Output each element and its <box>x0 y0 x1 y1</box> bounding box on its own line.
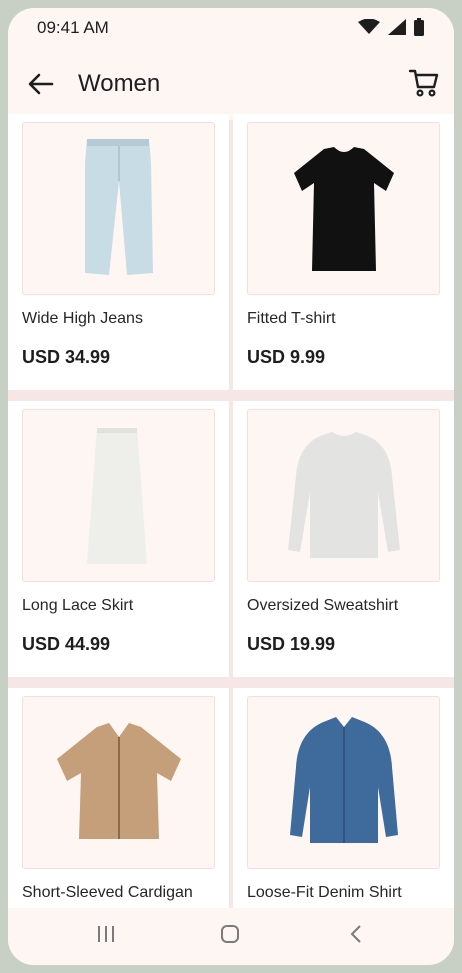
product-card[interactable]: Oversized Sweatshirt USD 19.99 <box>233 401 454 677</box>
product-image <box>247 696 440 869</box>
product-card[interactable]: Wide High Jeans USD 34.99 <box>8 114 229 390</box>
status-icons <box>358 18 424 36</box>
product-price: USD 19.99 <box>247 634 336 654</box>
battery-icon <box>414 18 424 36</box>
product-name: Oversized Sweatshirt <box>247 597 399 614</box>
product-name: Loose-Fit Denim Shirt <box>247 884 402 901</box>
product-price: USD 44.99 <box>22 634 111 654</box>
shopping-cart-icon[interactable] <box>408 66 440 98</box>
product-image <box>22 122 215 295</box>
product-card[interactable]: Long Lace Skirt USD 44.99 <box>8 401 229 677</box>
product-card[interactable]: Fitted T-shirt USD 9.99 <box>233 114 454 390</box>
signal-icon <box>388 19 406 35</box>
product-price: USD 34.99 <box>22 347 111 367</box>
product-name: Long Lace Skirt <box>22 597 134 614</box>
page-title: Women <box>78 70 161 97</box>
home-icon[interactable] <box>220 924 240 944</box>
product-name: Wide High Jeans <box>22 310 143 327</box>
recents-icon[interactable] <box>96 924 116 944</box>
product-image <box>22 696 215 869</box>
product-name: Fitted T-shirt <box>247 310 336 327</box>
product-name: Short-Sleeved Cardigan <box>22 884 193 901</box>
system-navigation-bar <box>8 908 454 965</box>
back-nav-icon[interactable] <box>346 924 366 944</box>
app-bar: Women <box>8 48 454 120</box>
arrow-left-icon[interactable] <box>26 70 56 98</box>
product-image <box>247 409 440 582</box>
product-image <box>247 122 440 295</box>
wifi-icon <box>358 19 380 34</box>
status-time: 09:41 AM <box>37 18 109 37</box>
product-image <box>22 409 215 582</box>
product-price: USD 9.99 <box>247 347 326 367</box>
phone-screen: 09:41 AM Women Wide High Jeans USD 34.99… <box>8 8 454 965</box>
status-bar: 09:41 AM <box>8 8 454 48</box>
